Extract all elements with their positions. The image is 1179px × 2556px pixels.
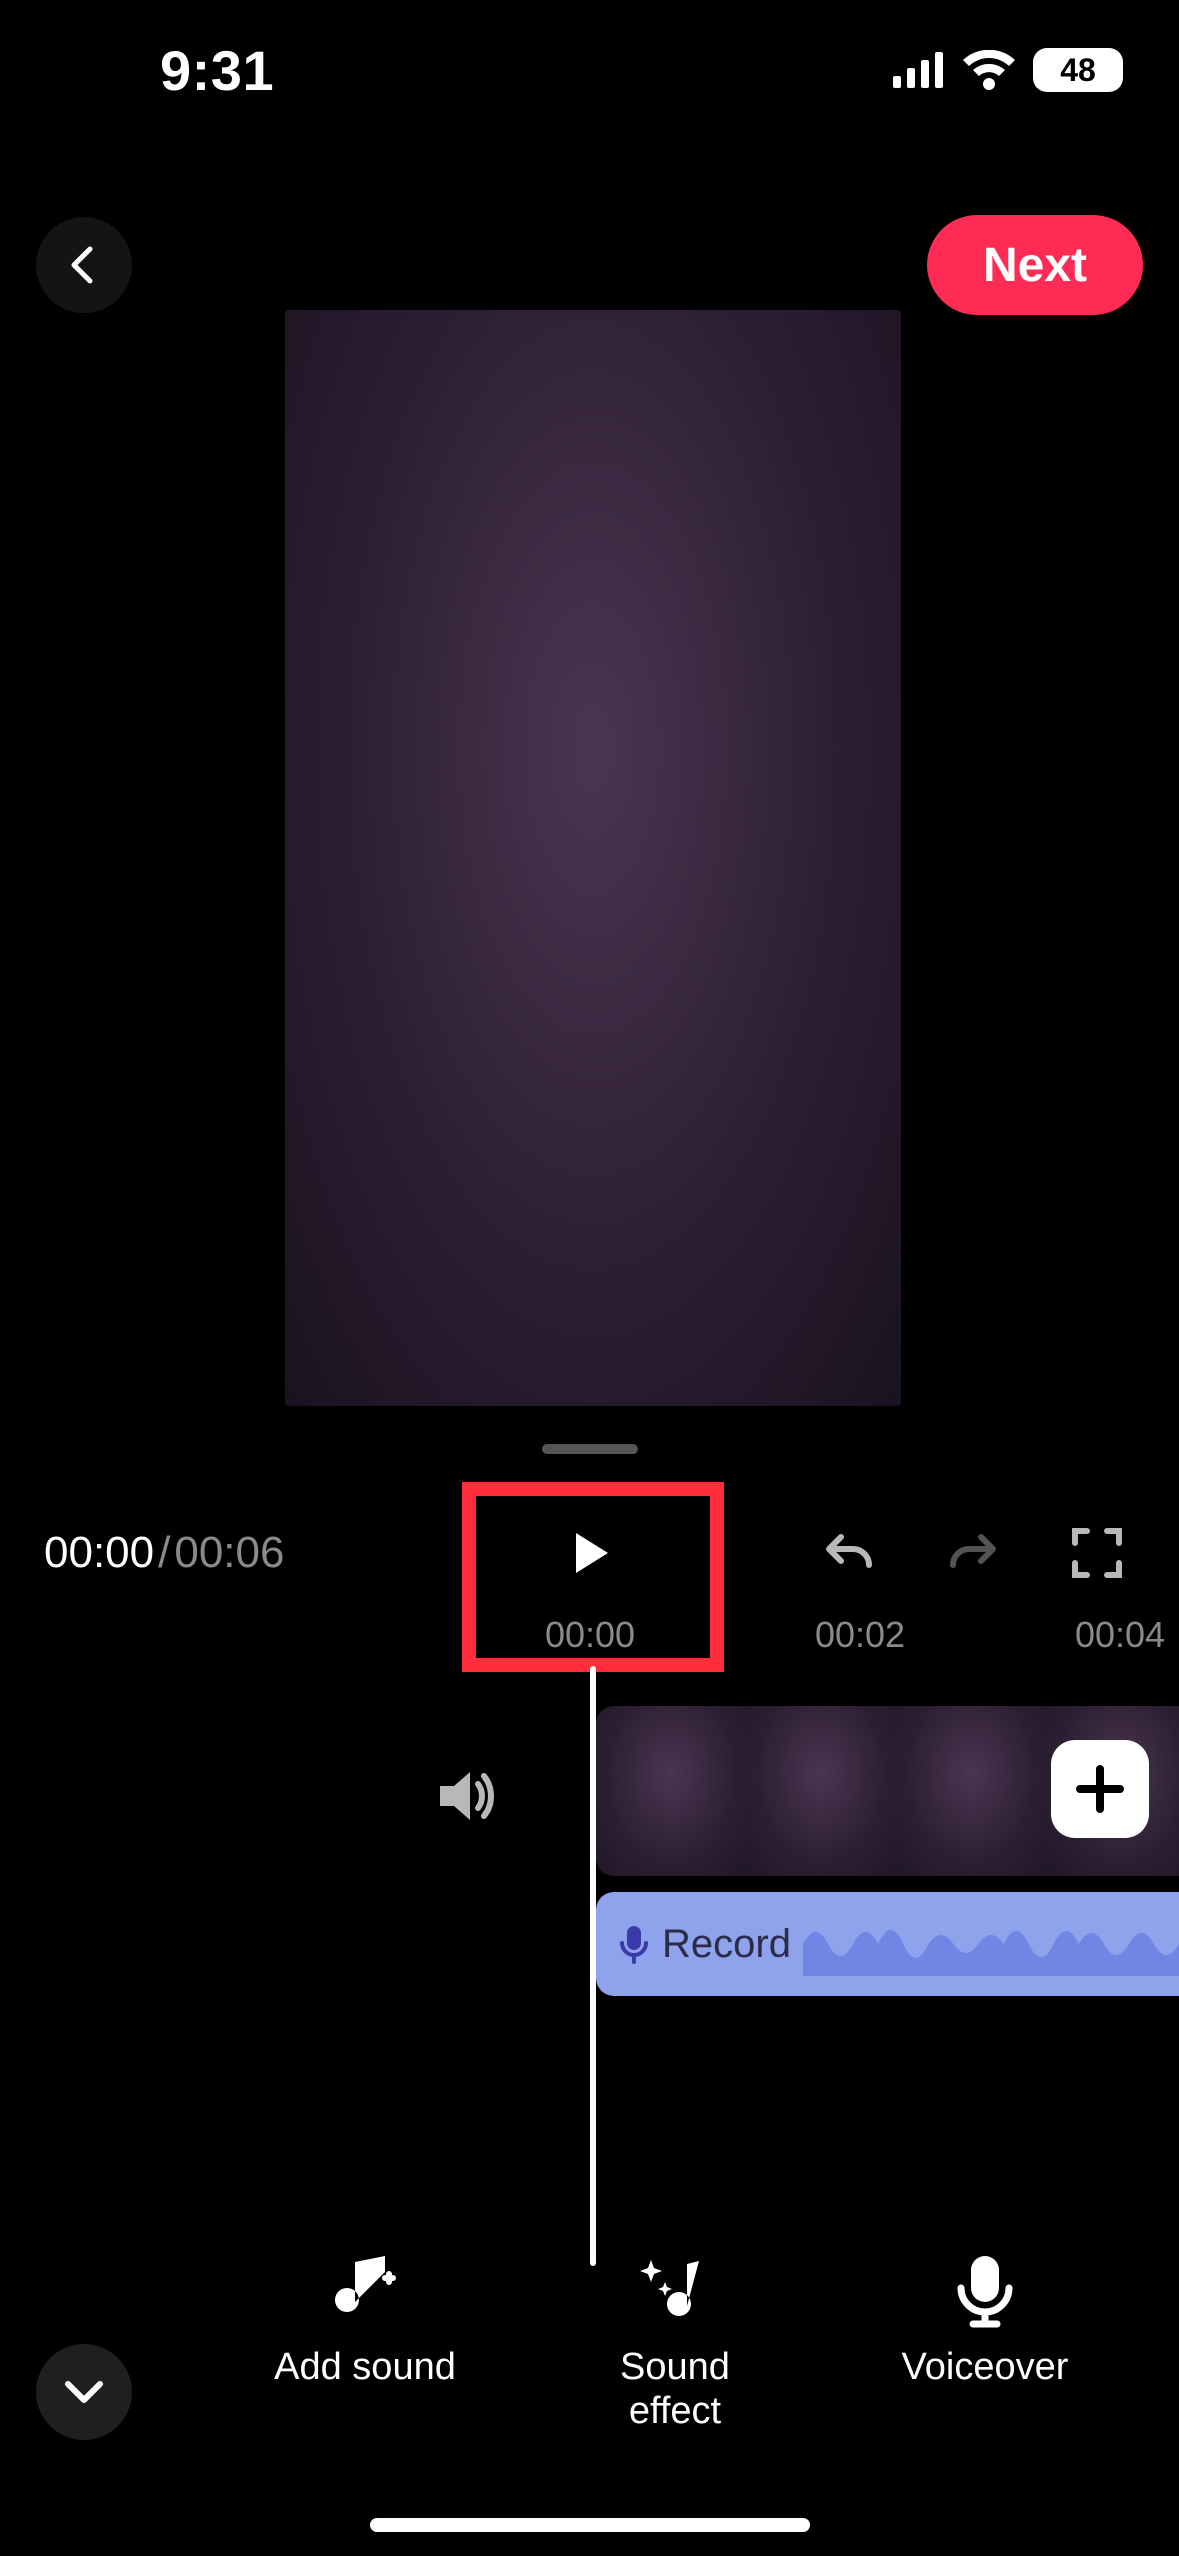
video-preview[interactable] xyxy=(285,310,901,1406)
total-time: 00:06 xyxy=(174,1528,284,1578)
play-button[interactable] xyxy=(550,1513,630,1593)
sparkle-music-icon xyxy=(635,2250,715,2330)
tool-label: Sound effect xyxy=(620,2346,730,2433)
tool-label: Voiceover xyxy=(902,2346,1069,2390)
fullscreen-icon xyxy=(1069,1525,1125,1581)
waveform-graphic xyxy=(803,1912,1179,1976)
back-button[interactable] xyxy=(36,217,132,313)
current-time: 00:00 xyxy=(44,1528,154,1578)
tool-voiceover[interactable]: Voiceover xyxy=(880,2248,1090,2390)
tool-sound-effect[interactable]: Sound effect xyxy=(570,2248,780,2433)
undo-button[interactable] xyxy=(817,1521,881,1585)
redo-button[interactable] xyxy=(941,1521,1005,1585)
status-indicators: 48 xyxy=(893,48,1123,92)
video-thumbnail xyxy=(596,1706,746,1876)
playhead[interactable] xyxy=(590,1666,596,2266)
home-indicator[interactable] xyxy=(370,2518,810,2532)
timeline-ruler[interactable]: 00:00 00:02 00:04 xyxy=(0,1614,1179,1668)
play-icon xyxy=(564,1527,616,1579)
next-button[interactable]: Next xyxy=(927,215,1143,315)
cellular-icon xyxy=(893,52,945,88)
plus-icon xyxy=(1072,1761,1128,1817)
header-row: Next xyxy=(0,210,1179,320)
volume-button[interactable] xyxy=(424,1752,512,1840)
ruler-tick: 00:00 xyxy=(545,1614,635,1656)
battery-indicator: 48 xyxy=(1033,48,1123,92)
fullscreen-button[interactable] xyxy=(1065,1521,1129,1585)
video-thumbnail xyxy=(746,1706,896,1876)
battery-percent: 48 xyxy=(1060,52,1096,89)
music-plus-icon xyxy=(325,2250,405,2330)
time-separator: / xyxy=(158,1528,170,1578)
redo-icon xyxy=(945,1525,1001,1581)
wifi-icon xyxy=(961,50,1017,90)
speaker-icon xyxy=(432,1760,504,1832)
microphone-icon xyxy=(618,1924,650,1964)
tool-label: Add sound xyxy=(274,2346,456,2390)
bottom-toolbar: Add sound Sound effect Voiceover xyxy=(0,2248,1179,2478)
video-thumbnail xyxy=(896,1706,1046,1876)
drag-handle[interactable] xyxy=(542,1444,638,1454)
audio-track-record[interactable]: Record xyxy=(596,1892,1179,1996)
timeline-tracks: Record xyxy=(0,1696,1179,2296)
add-clip-button[interactable] xyxy=(1051,1740,1149,1838)
audio-track-label: Record xyxy=(662,1922,791,1967)
tool-add-sound[interactable]: Add sound xyxy=(260,2248,470,2390)
ruler-tick: 00:04 xyxy=(1075,1614,1165,1656)
time-row: 00:00 / 00:06 xyxy=(0,1505,1179,1601)
microphone-icon xyxy=(945,2250,1025,2330)
ruler-tick: 00:02 xyxy=(815,1614,905,1656)
chevron-left-icon xyxy=(64,245,104,285)
status-bar: 9:31 48 xyxy=(0,0,1179,140)
status-time: 9:31 xyxy=(160,38,274,103)
undo-icon xyxy=(821,1525,877,1581)
next-button-label: Next xyxy=(983,238,1087,293)
